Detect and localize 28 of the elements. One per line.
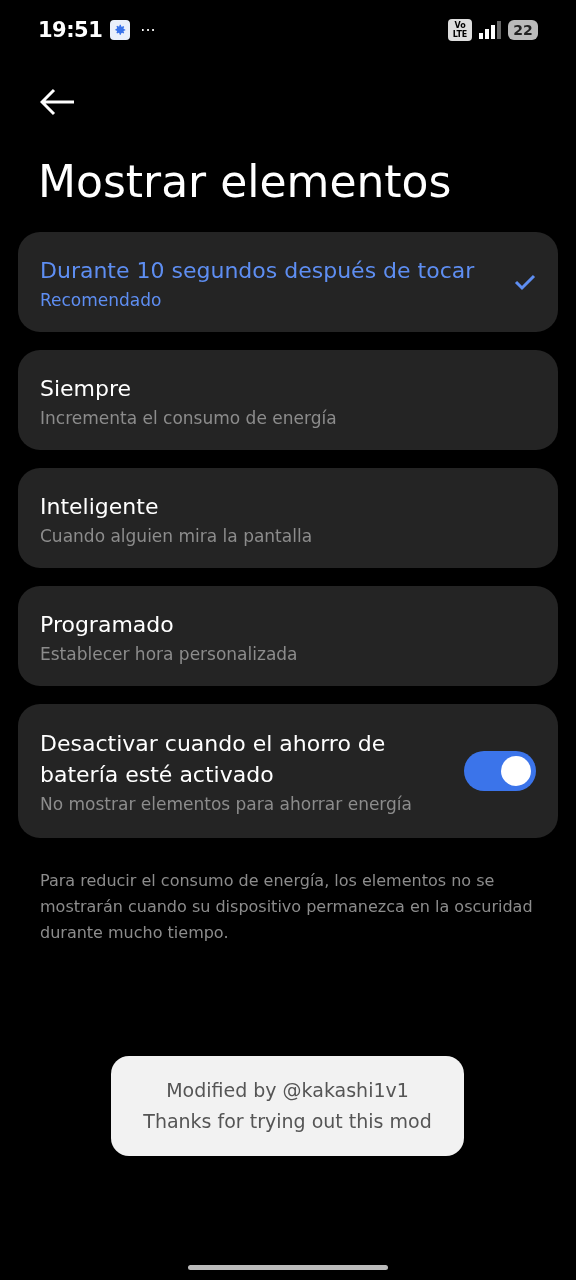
more-notifications: ··· [140, 20, 156, 40]
option-card[interactable]: Programado Establecer hora personalizada [18, 586, 558, 686]
option-card[interactable]: Siempre Incrementa el consumo de energía [18, 350, 558, 450]
toggle-row[interactable]: Desactivar cuando el ahorro de batería esté activado No mostrar elementos para ahorrar energía [18, 704, 558, 838]
option-card[interactable]: Durante 10 segundos después de tocar Recomendado [18, 232, 558, 332]
option-title: Inteligente [40, 492, 160, 521]
option-title: Durante 10 segundos después de tocar [40, 256, 476, 285]
option-card[interactable]: Inteligente Cuando alguien mira la pantalla [18, 468, 558, 568]
signal-icon [479, 21, 501, 39]
option-title: Programado [40, 610, 175, 639]
option-subtitle: Establecer hora personalizada [40, 643, 299, 664]
option-subtitle: Recomendado [40, 289, 163, 310]
volte-icon: Vo LTE [448, 19, 472, 41]
back-button[interactable] [40, 88, 76, 116]
battery-icon: 22 [508, 20, 538, 40]
settings-icon [110, 20, 131, 40]
toast-text: Modified by @kakashi1v1 [166, 1078, 409, 1103]
option-title: Desactivar cuando el ahorro de batería esté activado [40, 730, 387, 789]
option-subtitle: Incrementa el consumo de energía [40, 407, 338, 428]
option-subtitle: Cuando alguien mira la pantalla [40, 525, 314, 546]
toast-text: Thanks for trying out this mod [143, 1109, 432, 1134]
option-title: Siempre [40, 374, 133, 403]
info-note: Para reducir el consumo de energía, los elementos no se mostrarán cuando su dispositivo permanezca en la oscuridad durante mucho tiempo. [40, 870, 534, 944]
page-title: Mostrar elementos [38, 155, 453, 209]
check-icon [514, 273, 536, 291]
status-time: 19:51 [38, 18, 103, 42]
toggle-switch[interactable] [464, 751, 536, 791]
option-subtitle: No mostrar elementos para ahorrar energía [40, 794, 413, 814]
